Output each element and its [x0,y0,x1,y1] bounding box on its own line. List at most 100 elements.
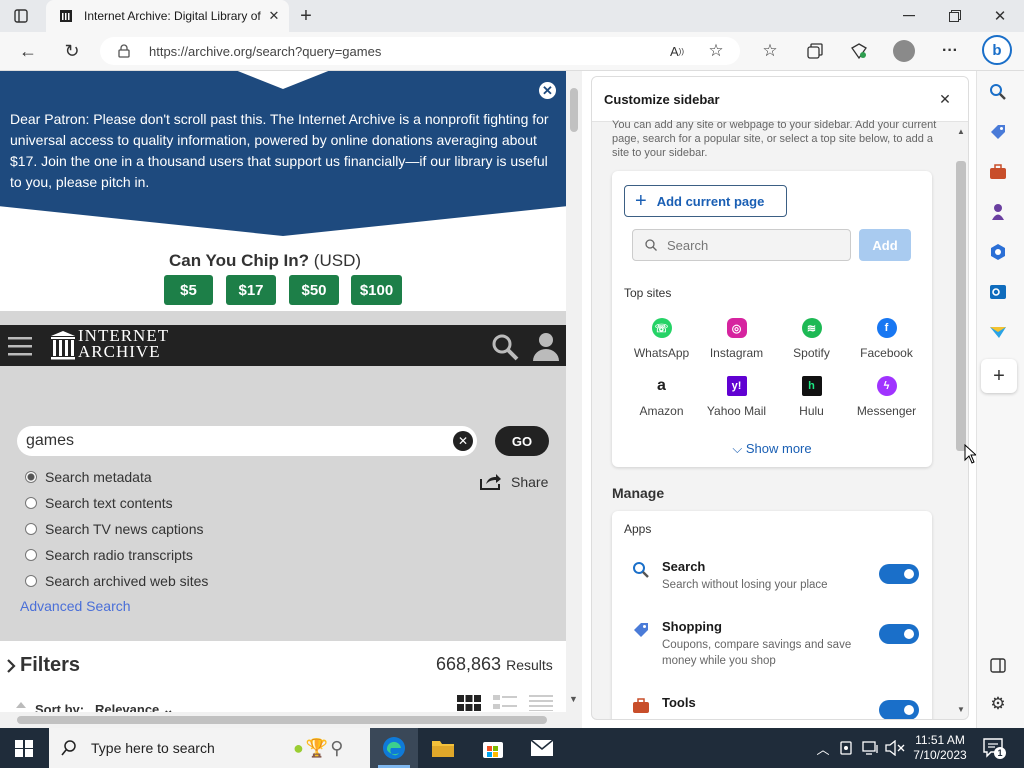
close-banner-icon[interactable]: ✕ [537,80,558,101]
tile-view-icon[interactable] [457,695,481,711]
tab-internet-archive[interactable]: Internet Archive: Digital Library of Fre… [46,0,289,32]
tab-actions-icon[interactable] [12,8,30,24]
search-highlight-tennis-icon[interactable]: ● 🏆 ⚲ [293,736,359,760]
scroll-down-arrow-icon[interactable]: ▼ [957,705,965,714]
sidebar-drop-icon[interactable] [989,323,1007,341]
archive-logo-icon[interactable] [50,330,76,360]
user-account-icon[interactable] [532,331,560,361]
search-app-toggle[interactable] [879,564,919,584]
archive-logo-text[interactable]: INTERNET ARCHIVE [78,327,169,360]
new-tab-icon[interactable]: + [296,5,316,27]
radio[interactable] [25,575,37,587]
search-icon [61,740,76,756]
close-tab-icon[interactable]: ✕ [266,8,282,24]
sidebar-settings-gear-icon[interactable]: ⚙ [989,694,1007,713]
horizontal-scroll-thumb[interactable] [17,716,547,724]
minimize-icon[interactable] [900,8,918,24]
address-bar[interactable]: https://archive.org/search?query=games A… [100,37,740,65]
windows-start-icon[interactable] [15,740,33,757]
taskbar-edge-icon[interactable] [370,728,418,768]
browser-essentials-icon[interactable] [848,41,870,61]
settings-more-icon[interactable]: ··· [939,41,961,61]
sidebar-outlook-icon[interactable] [989,283,1007,301]
system-clock[interactable]: 11:51 AM 7/10/2023 [908,733,972,763]
show-hidden-icons-chevron-icon[interactable]: ︿ [815,738,831,758]
refresh-icon[interactable]: ↻ [62,41,82,61]
advanced-search-link[interactable]: Advanced Search [20,598,131,614]
top-site-hulu[interactable]: h Hulu [774,376,849,418]
url-text[interactable]: https://archive.org/search?query=games [149,44,381,59]
radio[interactable] [25,549,37,561]
sidebar-tools-icon[interactable] [989,163,1007,181]
shopping-app-toggle[interactable] [879,624,919,644]
site-label: Spotify [793,346,830,360]
profile-avatar[interactable] [893,40,915,62]
tray-device-icon[interactable] [840,740,854,756]
close-panel-icon[interactable]: ✕ [936,90,954,108]
network-icon[interactable] [862,740,880,756]
option-search-web[interactable]: Search archived web sites [25,573,208,589]
radio[interactable] [25,497,37,509]
option-search-metadata[interactable]: Search metadata [25,469,152,485]
panel-scrollbar[interactable]: ▲ ▼ [954,123,968,719]
scroll-up-arrow-icon[interactable]: ▲ [957,127,965,136]
taskbar-search-box[interactable]: Type here to search ● 🏆 ⚲ [49,728,370,768]
option-search-text[interactable]: Search text contents [25,495,173,511]
radio-checked[interactable] [25,471,37,483]
sidebar-shopping-icon[interactable] [989,123,1007,141]
hamburger-menu-icon[interactable] [8,336,32,356]
go-button[interactable]: GO [495,426,549,456]
search-icon[interactable] [491,333,519,361]
close-window-icon[interactable]: ✕ [991,7,1009,25]
sidebar-games-icon[interactable] [989,203,1007,221]
bing-chat-icon[interactable]: b [982,35,1012,65]
top-site-spotify[interactable]: ≋ Spotify [774,318,849,360]
top-site-yahoo-mail[interactable]: y! Yahoo Mail [699,376,774,418]
chevron-right-icon[interactable] [6,659,16,673]
list-detail-view-icon[interactable] [493,695,517,711]
collections-icon[interactable] [804,41,826,61]
taskbar-file-explorer-icon[interactable] [431,737,455,759]
top-site-facebook[interactable]: f Facebook [849,318,924,360]
sidebar-search-icon[interactable] [989,83,1007,101]
favorite-star-icon[interactable]: ☆ [706,41,726,61]
site-search-input[interactable]: Search [632,229,851,261]
page-vertical-scrollbar[interactable]: ▼ [566,71,582,728]
show-more-link[interactable]: ⌵ Show more [612,441,932,457]
read-aloud-icon[interactable]: A)) [667,42,687,60]
tools-app-toggle[interactable] [879,700,919,719]
top-site-amazon[interactable]: a Amazon [624,376,699,418]
restore-icon[interactable] [946,8,964,24]
lock-icon[interactable] [117,43,131,59]
add-current-page-button[interactable]: + Add current page [624,185,787,217]
radio[interactable] [25,523,37,535]
taskbar-mail-icon[interactable] [530,738,554,758]
scroll-down-arrow-icon[interactable]: ▼ [569,694,578,704]
option-search-radio[interactable]: Search radio transcripts [25,547,193,563]
page-scroll-thumb[interactable] [570,88,578,132]
list-compact-view-icon[interactable] [529,695,553,711]
hide-sidebar-icon[interactable] [989,657,1007,675]
panel-scroll-thumb[interactable] [956,161,966,451]
customize-sidebar-plus-icon[interactable]: + [981,359,1017,393]
clear-search-icon[interactable]: ✕ [453,431,473,451]
donate-50-button[interactable]: $50 [289,275,339,305]
sidebar-office-icon[interactable] [989,243,1007,261]
favorites-icon[interactable]: ☆ [759,41,781,61]
notification-center-icon[interactable]: 1 [983,738,1006,759]
top-site-instagram[interactable]: ◎ Instagram [699,318,774,360]
volume-muted-icon[interactable] [885,739,905,757]
option-search-tv[interactable]: Search TV news captions [25,521,204,537]
add-button[interactable]: Add [859,229,911,261]
taskbar-store-icon[interactable] [481,736,505,760]
top-site-messenger[interactable]: ϟ Messenger [849,376,924,418]
donate-17-button[interactable]: $17 [226,275,276,305]
top-site-whatsapp[interactable]: ☏ WhatsApp [624,318,699,360]
horizontal-scrollbar[interactable] [0,712,566,728]
back-icon[interactable]: ← [18,41,38,61]
filters-toggle[interactable]: Filters [20,654,80,677]
search-input[interactable]: games ✕ [17,426,477,456]
share-button[interactable]: Share [480,473,548,490]
donate-5-button[interactable]: $5 [164,275,213,305]
donate-100-button[interactable]: $100 [351,275,402,305]
